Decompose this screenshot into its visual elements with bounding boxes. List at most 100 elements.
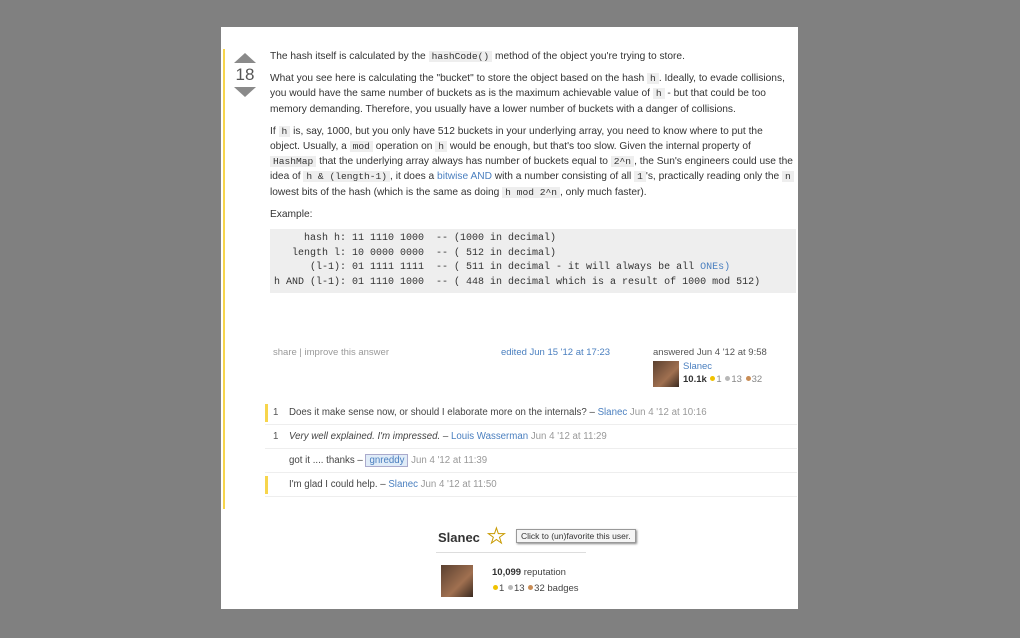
bronze-count: 32 (751, 374, 763, 385)
text: 's, practically reading only the (645, 171, 783, 183)
inline-code: h (652, 88, 665, 100)
text: lowest bits of the hash (which is the sa… (270, 186, 503, 198)
user-profile-popup: Slanec ★ Click to (un)favorite this user… (436, 525, 636, 605)
inline-code: mod (349, 141, 373, 153)
text: operation on (372, 141, 436, 153)
code-line: (l-1): 01 1111 1111 -- ( 511 in decimal … (274, 261, 792, 276)
comment-body: Does it make sense now, or should I elab… (289, 407, 598, 418)
comment-body: got it .... thanks – (289, 455, 366, 466)
comment: I'm glad I could help. – Slanec Jun 4 '1… (265, 473, 797, 497)
comment: got it .... thanks – gnreddy Jun 4 '12 a… (265, 449, 797, 473)
comments-list: 1 Does it make sense now, or should I el… (265, 401, 797, 497)
user-name-link[interactable]: Slanec (683, 361, 712, 372)
stackoverflow-page: 18 The hash itself is calculated by the … (221, 27, 798, 609)
inline-code: n (782, 171, 794, 183)
silver-count: 13 (513, 583, 525, 594)
comment-time: Jun 4 '12 at 11:39 (408, 455, 488, 466)
comment-score: 1 (273, 431, 279, 442)
code-text: (l-1): 01 1111 1111 -- ( 511 in decimal … (274, 262, 701, 274)
code-line: h AND (l-1): 01 1110 1000 -- ( 448 in de… (274, 276, 792, 291)
edited-link[interactable]: edited Jun 15 '12 at 17:23 (501, 347, 610, 358)
bronze-badge-icon (528, 585, 534, 591)
comment-text: Does it make sense now, or should I elab… (289, 407, 707, 418)
inline-code: 1 (634, 171, 646, 183)
badges-label: badges (544, 583, 579, 594)
comment-user-link[interactable]: gnreddy (365, 454, 409, 467)
comment-text: got it .... thanks – gnreddy Jun 4 '12 a… (289, 454, 488, 467)
comment-time: Jun 4 '12 at 11:29 (528, 431, 607, 442)
user-reputation: 10.1k 1 13 32 (683, 374, 762, 385)
user-card: Slanec 10.1k 1 13 32 (653, 361, 798, 389)
code-keyword: ONEs) (700, 262, 731, 274)
profile-name[interactable]: Slanec (438, 530, 480, 545)
inline-code: h (435, 141, 448, 153)
code-text: length l: 10 0000 0000 -- ( 512 in decim… (274, 247, 557, 259)
profile-badges: 1 13 32 badges (492, 583, 579, 594)
bitwise-and-link[interactable]: bitwise AND (437, 171, 492, 182)
inline-code: h & (length-1) (303, 171, 391, 183)
text: method of the object you're trying to st… (492, 51, 685, 62)
comment: 1 Does it make sense now, or should I el… (265, 401, 797, 425)
reputation-value: 10,099 (492, 567, 522, 578)
share-link[interactable]: share (273, 347, 297, 358)
text: with a number consisting of all (491, 171, 635, 183)
comment-body: I'm glad I could help. – (289, 479, 389, 490)
vote-panel: 18 (232, 53, 258, 97)
inline-code: 2^n (610, 156, 635, 168)
code-line: length l: 10 0000 0000 -- ( 512 in decim… (274, 247, 792, 262)
silver-badge-icon (725, 376, 731, 382)
comment-user-link[interactable]: Slanec (598, 407, 628, 418)
improve-answer-link[interactable]: improve this answer (305, 347, 389, 358)
code-block: hash h: 11 1110 1000 -- (1000 in decimal… (270, 229, 796, 294)
text: What you see here is calculating the "bu… (270, 73, 648, 85)
avatar[interactable] (441, 565, 473, 597)
inline-code: h mod 2^n (502, 186, 560, 198)
reputation-label: reputation (521, 567, 566, 578)
bronze-badge-icon (745, 376, 751, 382)
gold-count: 1 (499, 583, 505, 594)
comment-time: Jun 4 '12 at 11:50 (417, 479, 497, 490)
comment-text: Very well explained. I'm impressed. – Lo… (289, 431, 607, 442)
upvote-arrow-icon[interactable] (234, 53, 256, 63)
paragraph-3: If h is, say, 1000, but you only have 51… (270, 124, 795, 200)
divider (436, 552, 586, 553)
text: , it does a (390, 171, 438, 183)
example-label: Example: (270, 208, 313, 220)
vote-count: 18 (235, 65, 255, 84)
downvote-arrow-icon[interactable] (234, 87, 256, 97)
inline-code: HashMap (270, 156, 317, 168)
code-line: hash h: 11 1110 1000 -- (1000 in decimal… (274, 232, 792, 247)
accepted-answer-bar (223, 49, 225, 509)
avatar[interactable] (653, 361, 679, 387)
separator: | (296, 347, 305, 358)
silver-badge-icon (507, 585, 513, 591)
comment-score: 1 (273, 407, 279, 418)
inline-code: h (647, 73, 659, 85)
comment-time: Jun 4 '12 at 10:16 (627, 407, 707, 418)
text: The hash itself is calculated by the (270, 51, 429, 62)
answered-time: answered Jun 4 '12 at 9:58 (653, 347, 767, 358)
star-icon[interactable]: ★ (487, 525, 507, 549)
answer-body: The hash itself is calculated by the has… (270, 49, 796, 299)
inline-code: hashCode() (428, 51, 493, 62)
text: that the underlying array always has num… (316, 156, 611, 168)
post-meta: share | improve this answer edited Jun 1… (273, 347, 793, 395)
text: , only much faster). (560, 186, 647, 198)
post-actions: share | improve this answer (273, 347, 389, 358)
bronze-count: 32 (534, 583, 545, 594)
profile-reputation: 10,099 reputation (492, 567, 566, 578)
favorite-tooltip: Click to (un)favorite this user. (516, 529, 636, 543)
paragraph-1: The hash itself is calculated by the has… (270, 49, 795, 64)
comment-text: I'm glad I could help. – Slanec Jun 4 '1… (289, 479, 497, 490)
comment-user-link[interactable]: Slanec (388, 479, 418, 490)
silver-count: 13 (731, 374, 742, 385)
comment-body: Very well explained. I'm impressed. – (289, 431, 451, 442)
gold-badge-icon (710, 376, 716, 382)
gold-count: 1 (716, 374, 722, 385)
gold-badge-icon (493, 585, 498, 591)
comment-user-link[interactable]: Louis Wasserman (451, 431, 528, 442)
code-text: h AND (l-1): 01 1110 1000 -- ( 448 in de… (274, 276, 761, 288)
comment: 1 Very well explained. I'm impressed. – … (265, 425, 797, 449)
paragraph-2: What you see here is calculating the "bu… (270, 71, 795, 117)
text: If (270, 125, 279, 137)
